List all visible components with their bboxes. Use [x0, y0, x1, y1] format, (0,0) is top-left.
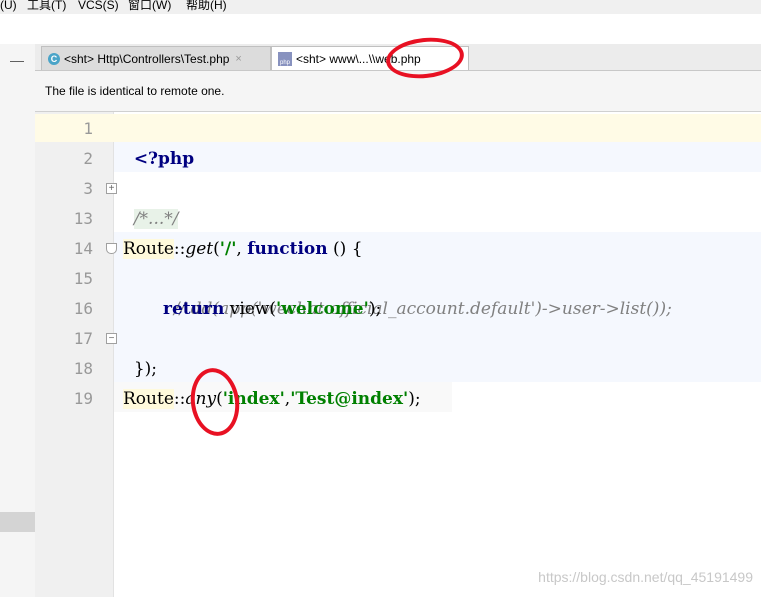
code-line-15[interactable]: // dd(app('wechat.official_account.defau…	[163, 264, 672, 319]
string-literal: 'welcome'	[276, 299, 369, 319]
folded-comment[interactable]: /*...*/	[133, 209, 179, 229]
fold-collapse-icon[interactable]	[106, 243, 117, 254]
code-line-19[interactable]: Route::any('index','Test@index');	[123, 384, 421, 414]
remote-status-banner: The file is identical to remote one.	[35, 71, 761, 112]
code-line-3[interactable]: /*...*/	[123, 174, 179, 229]
line-number: 3	[83, 179, 93, 198]
tab-label: <sht> www\...\	[296, 51, 373, 66]
php-open-tag: <?php	[133, 149, 195, 169]
tab-test-php[interactable]: C <sht> Http\Controllers\Test.php ×	[41, 46, 271, 70]
route-class: Route	[123, 239, 174, 259]
menu-bar: (U) 工具(T) VCS(S) 窗口(W) 帮助(H)	[0, 0, 761, 14]
return-keyword: return	[163, 299, 225, 319]
code-line-14[interactable]: Route::get('/', function () {	[123, 234, 363, 264]
line-number: 14	[73, 239, 93, 258]
function-call: view(	[224, 299, 277, 319]
code-bg-band	[114, 142, 761, 172]
menu-item-vcs[interactable]: VCS(S)	[78, 0, 119, 11]
function-keyword: function	[247, 239, 328, 259]
scope-operator: ::	[173, 389, 186, 409]
string-literal: '/'	[219, 239, 237, 259]
tab-web-php[interactable]: php <sht> www\...\ \web.php	[271, 46, 469, 70]
code-rest: );	[368, 299, 382, 319]
collapse-icon[interactable]: —	[10, 52, 24, 68]
paren: (	[213, 239, 220, 259]
watermark: https://blog.csdn.net/qq_45191499	[538, 569, 753, 585]
menu-item-tools[interactable]: 工具(T)	[27, 0, 66, 11]
paren: (	[216, 389, 223, 409]
string-literal: 'index'	[222, 389, 285, 409]
php-file-icon: php	[278, 51, 292, 66]
fold-expand-icon[interactable]: +	[106, 183, 117, 194]
code-line-1[interactable]: <?php	[123, 114, 194, 169]
menu-item-window[interactable]: 窗口(W)	[128, 0, 171, 11]
line-number: 17	[73, 329, 93, 348]
method-get: get	[185, 239, 214, 259]
code-line-17[interactable]: });	[123, 324, 157, 379]
line-number: 13	[73, 209, 93, 228]
project-panel: —	[0, 44, 36, 597]
line-number: 16	[73, 299, 93, 318]
menu-item-help[interactable]: 帮助(H)	[186, 0, 227, 11]
editor-tab-bar: C <sht> Http\Controllers\Test.php × php …	[35, 44, 761, 71]
code-rest: );	[408, 389, 421, 409]
closing-brace: });	[133, 359, 157, 379]
tab-label-suffix: \web.php	[372, 51, 421, 66]
menu-item-u[interactable]: (U)	[0, 0, 17, 11]
php-class-icon: C	[48, 52, 60, 65]
code-rest: () {	[327, 239, 363, 259]
close-icon[interactable]: ×	[235, 53, 241, 65]
comma: ,	[236, 239, 248, 259]
string-literal: 'Test@index'	[290, 389, 409, 409]
code-line-16[interactable]: return view('welcome');	[163, 294, 381, 324]
line-number: 15	[73, 269, 93, 288]
route-class: Route	[123, 389, 174, 409]
tab-label: <sht> Http\Controllers\Test.php	[64, 51, 230, 66]
line-number: 2	[83, 149, 93, 168]
line-number: 19	[73, 389, 93, 408]
line-number: 1	[83, 119, 93, 138]
line-number: 18	[73, 359, 93, 378]
selected-tree-row[interactable]	[0, 512, 35, 532]
fold-end-icon[interactable]: −	[106, 333, 117, 344]
scope-operator: ::	[173, 239, 186, 259]
method-any: any	[185, 389, 217, 409]
